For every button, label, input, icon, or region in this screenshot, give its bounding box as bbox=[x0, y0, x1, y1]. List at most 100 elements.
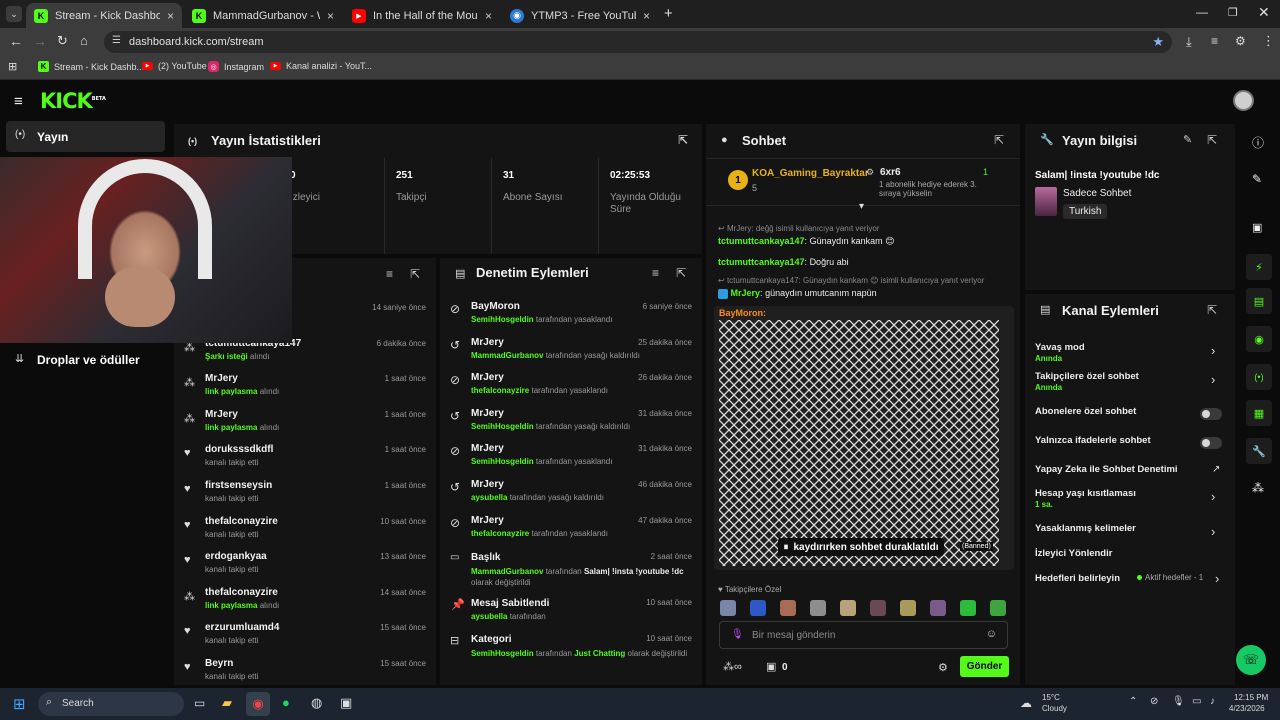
emoji-icon[interactable]: ☺ bbox=[986, 628, 997, 640]
channel-action-item[interactable]: Abonelere özel sohbet bbox=[1025, 404, 1235, 428]
moderation-row[interactable]: ⊘ MrJery 31 dakika önce SemihHosgeldin tara… bbox=[440, 440, 702, 472]
activity-row[interactable]: ♥ erzurumluamd4 15 saat önce kanalı takip e… bbox=[174, 621, 436, 653]
tab-ytmp3[interactable]: ◉ YTMP3 - Free YouTube to MP3 ... × bbox=[502, 3, 658, 28]
support-button[interactable]: ☏ bbox=[1236, 645, 1266, 675]
chat-user[interactable]: tctumuttcankaya147 bbox=[718, 236, 805, 246]
clipboard-icon[interactable]: ▤ bbox=[1246, 288, 1272, 314]
chat-user[interactable]: BayMoron: bbox=[719, 308, 766, 318]
points-icon[interactable]: ⁂∞ bbox=[723, 660, 742, 673]
category-row[interactable]: ⊟ Kategori 10 saat önce SemihHosgeldin t… bbox=[440, 631, 702, 673]
activity-row[interactable]: ⁂ MrJery 1 saat önce link paylasma alındı bbox=[174, 372, 436, 404]
channel-action-item[interactable]: Hedefleri belirleyin Aktif hedefler - 1 › bbox=[1025, 571, 1235, 595]
share-icon[interactable]: ⁂ bbox=[1252, 481, 1264, 495]
clock-date[interactable]: 4/23/2026 bbox=[1229, 704, 1265, 713]
popout-icon[interactable]: ⇱ bbox=[678, 133, 688, 147]
channel-action-item[interactable]: Yalnızca ifadelerle sohbet bbox=[1025, 433, 1235, 457]
forward-arrow-icon[interactable]: → bbox=[33, 33, 47, 49]
screen-icon[interactable]: ▣ bbox=[1252, 221, 1262, 234]
home-icon[interactable]: ⌂ bbox=[80, 33, 88, 48]
back-arrow-icon[interactable]: ← bbox=[9, 33, 23, 49]
chat-settings-icon[interactable]: ⚙ bbox=[938, 661, 948, 674]
volume-icon[interactable]: ♪ bbox=[1210, 696, 1215, 707]
mic-icon[interactable]: 🎙 bbox=[731, 629, 744, 640]
chat-user[interactable]: MrJery bbox=[731, 288, 761, 298]
activity-row[interactable]: ♥ Beyrn 15 saat önce kanalı takip etti bbox=[174, 657, 436, 689]
filter-icon[interactable]: ≡ bbox=[386, 267, 393, 281]
minimize-icon[interactable]: — bbox=[1196, 5, 1208, 19]
emote-icon[interactable] bbox=[900, 600, 916, 616]
downloads-icon[interactable]: ⤓ bbox=[1186, 34, 1192, 50]
channel-action-item[interactable]: Yasaklanmış kelimeler › bbox=[1025, 521, 1235, 545]
task-view-icon[interactable]: ▭ bbox=[194, 696, 205, 710]
moderation-row[interactable]: ↺ MrJery 46 dakika önce aysubella tarafında… bbox=[440, 476, 702, 508]
filter-icon[interactable]: ≡ bbox=[652, 266, 659, 280]
emote-icon[interactable] bbox=[750, 600, 766, 616]
chat-user[interactable]: tctumuttcankaya147 bbox=[718, 257, 805, 267]
address-bar[interactable]: ☰ dashboard.kick.com/stream ★ bbox=[104, 31, 1172, 53]
taskbar-search[interactable]: ⌕ Search bbox=[38, 692, 184, 716]
reload-icon[interactable]: ↻ bbox=[57, 33, 68, 49]
playlist-icon[interactable]: ≡ bbox=[1211, 34, 1218, 48]
mic-tray-icon[interactable]: 🎙 bbox=[1172, 696, 1185, 707]
tab-youtube[interactable]: ▶ In the Hall of the Mountain King × bbox=[344, 3, 500, 28]
chat-input[interactable]: 🎙 Bir mesaj gönderin ☺ bbox=[719, 621, 1008, 649]
activity-row[interactable]: ♥ doruksssdkdfl 1 saat önce kanalı takip et… bbox=[174, 443, 436, 475]
apps-icon[interactable]: ⊞ bbox=[8, 60, 17, 73]
chat-icon[interactable]: ◉ bbox=[1246, 326, 1272, 352]
flash-icon[interactable]: ⚡ bbox=[1246, 254, 1272, 280]
display-icon[interactable]: ▭ bbox=[1192, 696, 1201, 707]
popout-icon[interactable]: ⇱ bbox=[1207, 303, 1217, 317]
browser-menu-icon[interactable]: ⋮ bbox=[1262, 33, 1275, 49]
close-tab-icon[interactable]: × bbox=[167, 9, 174, 23]
spotify-icon[interactable]: ● bbox=[282, 695, 290, 710]
window-close-icon[interactable]: ✕ bbox=[1258, 4, 1270, 21]
channel-action-item[interactable]: Hesap yaşı kısıtlaması 1 sa. › bbox=[1025, 486, 1235, 510]
site-info-icon[interactable]: ☰ bbox=[112, 35, 121, 46]
category-name[interactable]: Sadece Sohbet bbox=[1063, 188, 1131, 199]
channel-action-item[interactable]: Yavaş mod Anında › bbox=[1025, 340, 1235, 364]
windows-start-icon[interactable]: ⊞ bbox=[13, 695, 26, 713]
layout-icon[interactable]: ▦ bbox=[1246, 400, 1272, 426]
broadcast-icon[interactable]: (•) bbox=[1246, 364, 1272, 390]
info-icon[interactable]: ⓘ bbox=[1252, 134, 1264, 151]
toggle-switch[interactable] bbox=[1200, 408, 1222, 420]
title-change-row[interactable]: ▭ Başlık 2 saat önce MammadGurbanov tara… bbox=[440, 548, 702, 590]
emote-icon[interactable] bbox=[780, 600, 796, 616]
channel-action-item[interactable]: Takipçilere özel sohbet Anında › bbox=[1025, 369, 1235, 393]
moderation-row[interactable]: ⊘ MrJery 26 dakika önce thefalconayzire tar… bbox=[440, 369, 702, 401]
chrome-icon[interactable]: ◉ bbox=[246, 692, 270, 716]
edit-icon[interactable]: ✎ bbox=[1252, 172, 1262, 186]
emote-icon[interactable] bbox=[810, 600, 826, 616]
popout-icon[interactable]: ⇱ bbox=[1207, 133, 1217, 147]
activity-row[interactable]: ♥ erdogankyaa 13 saat önce kanalı takip ett… bbox=[174, 550, 436, 582]
popout-icon[interactable]: ⇱ bbox=[994, 133, 1004, 147]
wrench-icon[interactable]: 🔧 bbox=[1246, 438, 1272, 464]
nav-item-stream[interactable]: (•) Yayın bbox=[6, 121, 165, 152]
paused-banner[interactable]: ⏸ kaydırırken sohbet duraklatıldı bbox=[778, 538, 944, 556]
new-tab-button[interactable]: + bbox=[664, 5, 673, 22]
activity-row[interactable]: ⁂ MrJery 1 saat önce link paylasma alındı bbox=[174, 408, 436, 440]
tab-kick-dashboard[interactable]: K Stream - Kick Dashboard × bbox=[26, 3, 182, 28]
close-tab-icon[interactable]: × bbox=[327, 9, 334, 23]
bookmark-youtube[interactable]: ▶ (2) YouTube bbox=[142, 61, 207, 71]
clock-time[interactable]: 12:15 PM bbox=[1234, 693, 1268, 702]
kick-logo[interactable]: KICKBETA bbox=[40, 89, 106, 113]
channel-action-item[interactable]: İzleyici Yönlendir bbox=[1025, 546, 1235, 570]
activity-row[interactable]: ⁂ thefalconayzire 14 saat önce link paylasm… bbox=[174, 586, 436, 618]
emote-icon[interactable] bbox=[960, 600, 976, 616]
close-tab-icon[interactable]: × bbox=[485, 9, 492, 23]
moderation-row[interactable]: ⊘ MrJery 47 dakika önce thefalconayzire tar… bbox=[440, 512, 702, 544]
file-explorer-icon[interactable]: ▰ bbox=[222, 695, 232, 711]
app-icon[interactable]: ◍ bbox=[311, 695, 322, 711]
user-avatar[interactable] bbox=[1233, 90, 1254, 111]
chest-icon[interactable]: ▣ bbox=[766, 660, 776, 673]
nav-item-drops[interactable]: ⇊ Droplar ve ödüller bbox=[6, 347, 165, 373]
tab-kick-channel[interactable]: K MammadGurbanov - Watch the... × bbox=[184, 3, 342, 28]
emote-icon[interactable] bbox=[990, 600, 1006, 616]
edit-pencil-icon[interactable]: ✎ bbox=[1183, 133, 1192, 146]
extensions-icon[interactable]: ⚙ bbox=[1235, 34, 1246, 48]
tray-chevron-icon[interactable]: ⌃ bbox=[1129, 696, 1137, 707]
hamburger-menu-icon[interactable]: ≡ bbox=[14, 93, 23, 110]
activity-row[interactable]: ♥ firstsenseysin 1 saat önce kanalı takip e… bbox=[174, 479, 436, 511]
emote-icon[interactable] bbox=[840, 600, 856, 616]
